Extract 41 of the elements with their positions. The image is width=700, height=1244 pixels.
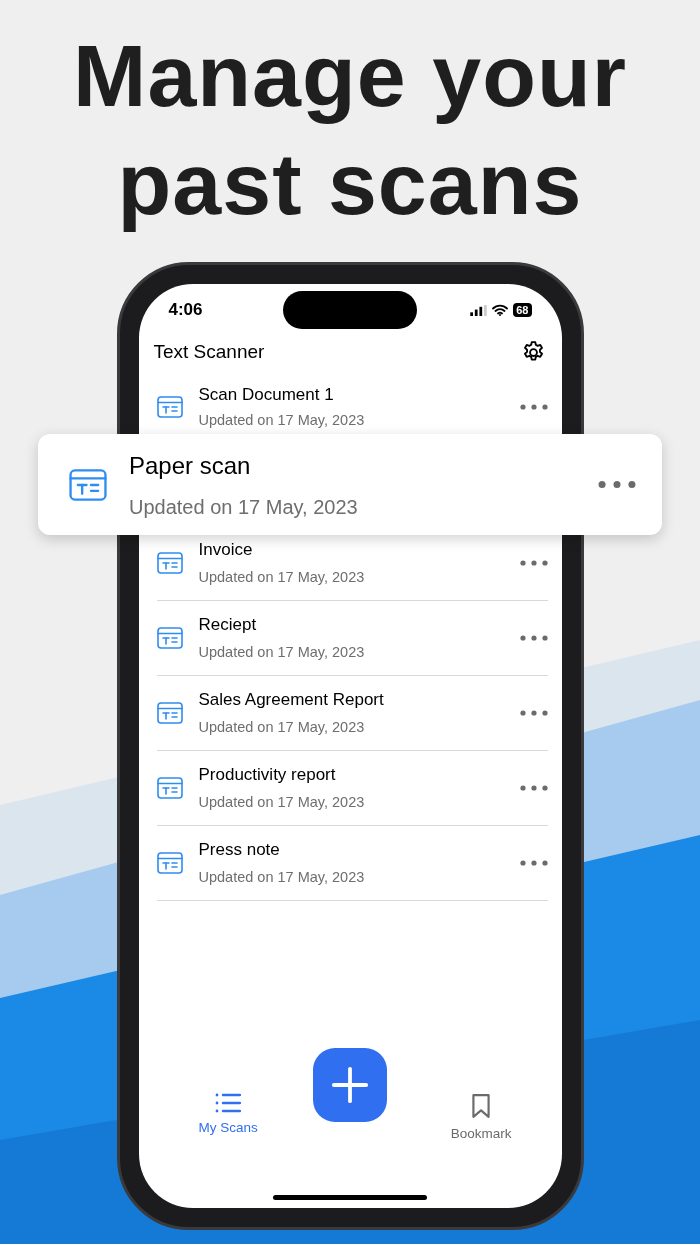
- more-icon[interactable]: [519, 635, 548, 641]
- scan-date: Updated on 17 May, 2023: [198, 792, 366, 812]
- scan-date: Updated on 17 May, 2023: [129, 494, 359, 520]
- scan-title: Productivity report: [198, 764, 337, 787]
- tab-item[interactable]: Bookmark: [450, 1093, 512, 1145]
- status-time: 4:06: [168, 299, 204, 322]
- more-icon[interactable]: [598, 480, 636, 489]
- scan-title: Invoice: [198, 539, 254, 562]
- document-text-icon: [156, 552, 183, 574]
- scan-title: Paper scan: [129, 450, 252, 481]
- document-text-icon: [156, 702, 183, 724]
- highlighted-scan-card[interactable]: Paper scan Updated on 17 May, 2023: [38, 434, 662, 535]
- more-icon[interactable]: [519, 860, 548, 866]
- document-text-icon: [69, 468, 107, 501]
- headline: Manage your past scans: [72, 25, 628, 235]
- add-scan-button[interactable]: [313, 1048, 387, 1122]
- document-text-icon: [156, 396, 183, 418]
- more-icon[interactable]: [519, 710, 548, 716]
- signal-icon: [470, 304, 488, 316]
- scan-title: Press note: [198, 839, 281, 862]
- scan-title: Scan Document 1: [198, 384, 335, 407]
- battery-indicator: 68: [513, 303, 532, 317]
- more-icon[interactable]: [519, 404, 548, 410]
- scan-date: Updated on 17 May, 2023: [198, 642, 366, 662]
- scan-date: Updated on 17 May, 2023: [198, 717, 366, 737]
- bookmark-icon: [470, 1093, 493, 1119]
- scan-title: Reciept: [198, 614, 258, 637]
- more-icon[interactable]: [519, 560, 548, 566]
- document-text-icon: [156, 777, 183, 799]
- document-text-icon: [156, 852, 183, 874]
- list-icon: [215, 1093, 242, 1113]
- more-icon[interactable]: [519, 785, 548, 791]
- scan-title: Sales Agreement Report: [198, 689, 385, 712]
- scan-date: Updated on 17 May, 2023: [198, 410, 366, 430]
- app-title: Text Scanner: [153, 339, 265, 364]
- scan-date: Updated on 17 May, 2023: [198, 567, 366, 587]
- scan-date: Updated on 17 May, 2023: [198, 867, 366, 887]
- tab-item[interactable]: My Scans: [198, 1093, 258, 1139]
- wifi-icon: [492, 304, 509, 316]
- plus-icon: [331, 1066, 369, 1104]
- document-text-icon: [156, 627, 183, 649]
